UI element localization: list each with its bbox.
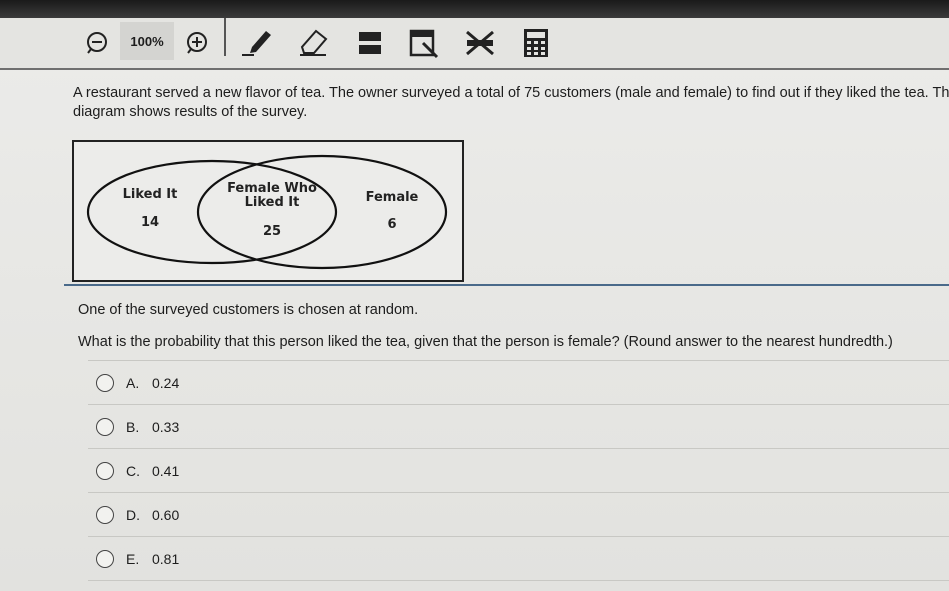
question-text: What is the probability that this person… <box>78 334 893 350</box>
notepad-tool-button[interactable] <box>404 26 444 60</box>
option-value: 0.81 <box>152 550 180 567</box>
venn-diagram: Liked It 14 Female Who Liked It 25 Femal… <box>72 140 464 282</box>
option-value: 0.60 <box>152 506 180 523</box>
zoom-in-button[interactable] <box>182 26 212 60</box>
zoom-level: 100% <box>120 22 174 60</box>
liked-it-ellipse <box>86 159 338 265</box>
cross-out-tool-button[interactable] <box>460 26 500 60</box>
option-value: 0.24 <box>152 374 180 391</box>
calculator-button[interactable] <box>516 26 556 60</box>
option-value: 0.41 <box>152 462 180 479</box>
problem-intro: A restaurant served a new flavor of tea.… <box>73 84 949 122</box>
radio-button[interactable] <box>96 461 114 480</box>
answer-option-a[interactable]: A. 0.24 <box>88 360 949 404</box>
pen-tool-button[interactable] <box>238 26 278 60</box>
radio-button[interactable] <box>96 417 114 436</box>
venn-right-label: Female <box>366 190 419 205</box>
pen-icon <box>242 31 271 56</box>
option-letter: D. <box>126 506 140 523</box>
page: 100% A restaurant served a new flavor of… <box>0 0 949 591</box>
eraser-tool-button[interactable] <box>294 26 334 60</box>
female-ellipse <box>196 154 448 270</box>
highlighter-tool-button[interactable] <box>350 26 390 60</box>
option-letter: E. <box>126 550 140 567</box>
radio-button[interactable] <box>96 505 114 524</box>
highlighter-icon <box>359 32 381 54</box>
venn-center-label-line1: Female Who <box>227 181 317 196</box>
question-prompt: One of the surveyed customers is chosen … <box>78 302 419 318</box>
zoom-in-icon <box>187 32 207 54</box>
toolbar: 100% <box>0 18 949 70</box>
section-divider <box>64 284 949 286</box>
answer-option-e[interactable]: E. 0.81 <box>88 536 949 581</box>
venn-diagram-svg: Liked It 14 Female Who Liked It 25 Femal… <box>86 154 448 270</box>
option-value: 0.33 <box>152 418 180 435</box>
answer-option-b[interactable]: B. 0.33 <box>88 404 949 448</box>
option-letter: B. <box>126 418 140 435</box>
cross-out-icon <box>466 30 494 56</box>
zoom-out-icon <box>87 32 107 54</box>
answer-option-c[interactable]: C. 0.41 <box>88 448 949 492</box>
radio-button[interactable] <box>96 373 114 392</box>
question-content: A restaurant served a new flavor of tea.… <box>0 70 949 591</box>
venn-left-value: 14 <box>141 215 159 230</box>
intro-line-2: diagram shows results of the survey. <box>73 104 308 120</box>
venn-left-label: Liked It <box>123 187 178 202</box>
option-letter: A. <box>126 374 140 391</box>
venn-right-value: 6 <box>387 217 396 232</box>
calculator-icon <box>524 29 548 57</box>
toolbar-divider <box>224 18 226 56</box>
zoom-out-button[interactable] <box>82 26 112 60</box>
venn-center-value: 25 <box>263 224 281 239</box>
window-top-bar <box>0 0 949 18</box>
eraser-icon <box>300 29 328 56</box>
answer-option-d[interactable]: D. 0.60 <box>88 492 949 536</box>
radio-button[interactable] <box>96 549 114 568</box>
venn-center-label-line2: Liked It <box>245 195 300 210</box>
notepad-icon <box>409 29 439 59</box>
answer-options: A. 0.24 B. 0.33 C. 0.41 D. 0.60 E. 0.81 <box>88 360 949 581</box>
option-letter: C. <box>126 462 140 479</box>
intro-line-1: A restaurant served a new flavor of tea.… <box>73 85 949 101</box>
